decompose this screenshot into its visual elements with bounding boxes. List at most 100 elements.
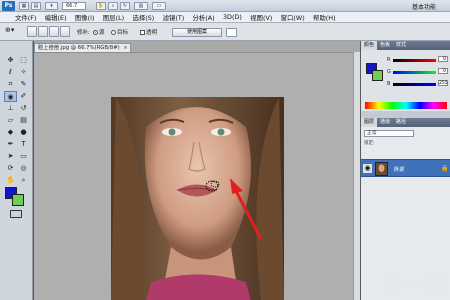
source-radio-dot[interactable] [93, 30, 98, 35]
shape-tool-icon[interactable]: ▭ [17, 151, 30, 162]
3d-rotate-icon[interactable]: ⟳ [4, 163, 17, 174]
pen-tool-icon[interactable]: ✒ [4, 139, 17, 150]
3d-camera-icon[interactable]: ◎ [17, 163, 30, 174]
slider-r-label: R [387, 57, 391, 63]
zoom-tool-icon[interactable]: ⌕ [108, 2, 118, 10]
layer-row-background[interactable]: ◉ 背景 🔒 [361, 159, 450, 177]
document-tab-title: 脸上痘痘.jpg @ 66.7%(RGB/8#) [38, 45, 120, 51]
eraser-tool-icon[interactable]: ▱ [4, 115, 17, 126]
history-brush-icon[interactable]: ↺ [17, 103, 30, 114]
path-select-icon[interactable]: ➤ [4, 151, 17, 162]
rotate-view-icon[interactable]: ↻ [120, 2, 130, 10]
menu-layer[interactable]: 图层(L) [103, 13, 124, 22]
source-radio[interactable]: 源 [93, 28, 105, 36]
watermark-text: Bai 经验 [401, 280, 446, 291]
slider-r-track[interactable] [393, 59, 436, 62]
eye-icon[interactable]: ◉ [363, 164, 372, 173]
crop-tool-icon[interactable]: ⌗ [4, 79, 17, 90]
use-pattern-button[interactable]: 使用图案 [172, 28, 222, 37]
subtract-selection-button[interactable] [49, 26, 59, 37]
menu-help[interactable]: 帮助(H) [313, 13, 336, 22]
view-extras-icon[interactable]: ▾ [45, 2, 58, 10]
tab-swatches[interactable]: 色板 [377, 41, 393, 50]
target-radio-dot[interactable] [111, 30, 116, 35]
mini-bridge-icon[interactable]: ▤ [31, 2, 41, 10]
dodge-tool-icon[interactable]: ● [17, 127, 30, 138]
intersect-selection-button[interactable] [60, 26, 70, 37]
transparent-check[interactable] [140, 30, 145, 35]
quick-mask-icon[interactable] [10, 210, 22, 218]
magic-wand-icon[interactable]: ✧ [17, 67, 30, 78]
paw-logo-icon [386, 276, 398, 290]
transparent-label: 透明 [146, 30, 158, 36]
move-tool-icon[interactable]: ✥ [4, 55, 17, 66]
eyedropper-tool-icon[interactable]: ✎ [17, 79, 30, 90]
brush-tool-icon[interactable]: ✐ [17, 91, 30, 102]
stamp-tool-icon[interactable]: ⊥ [4, 103, 17, 114]
tab-channels[interactable]: 通道 [377, 118, 393, 127]
slider-g-track[interactable] [393, 71, 436, 74]
patch-tool-icon[interactable]: ◉ [4, 91, 17, 102]
source-label: 源 [99, 30, 105, 36]
arrange-documents-icon[interactable]: ▥ [134, 2, 148, 10]
add-selection-button[interactable] [38, 26, 48, 37]
menu-image[interactable]: 图像(I) [75, 13, 95, 22]
lock-row: 锁定: [364, 141, 375, 146]
tab-layers[interactable]: 图层 [361, 118, 378, 127]
vertical-scrollbar[interactable] [353, 52, 360, 300]
zoom-tool-icon-2[interactable]: ⌕ [17, 175, 30, 186]
menu-window[interactable]: 窗口(W) [281, 13, 305, 22]
tab-styles[interactable]: 样式 [393, 41, 409, 50]
panels-dock: 颜色 色板 样式 R 0 G 0 B 255 图层 通道 路径 正常 锁定: ◉… [361, 41, 450, 300]
baidu-watermark: Bai 经验 [384, 273, 448, 295]
blend-mode-select[interactable]: 正常 [364, 130, 414, 137]
color-spectrum-bar[interactable] [365, 102, 447, 109]
menu-filter[interactable]: 滤镜(T) [163, 13, 185, 22]
panel-background-swatch[interactable] [372, 70, 383, 81]
zoom-level-field[interactable]: 66.7 [62, 2, 86, 10]
workspace-switcher[interactable]: 基本功能 [412, 2, 436, 11]
pattern-picker[interactable] [226, 28, 237, 37]
blur-tool-icon[interactable]: ◆ [4, 127, 17, 138]
slider-g-label: G [387, 69, 391, 75]
close-icon[interactable]: × [123, 44, 128, 52]
layers-panel-tabs: 图层 通道 路径 [361, 118, 450, 127]
layer-thumbnail [375, 162, 388, 176]
transparent-checkbox[interactable]: 透明 [140, 28, 157, 36]
document-area: 脸上痘痘.jpg @ 66.7%(RGB/8#) × [34, 41, 360, 300]
new-selection-button[interactable] [27, 26, 37, 37]
patch-label: 修补: [77, 30, 90, 36]
slider-g-value[interactable]: 0 [438, 68, 448, 74]
gradient-tool-icon[interactable]: ▤ [17, 115, 30, 126]
document-tab[interactable]: 脸上痘痘.jpg @ 66.7%(RGB/8#) × [34, 43, 131, 52]
menu-bar: 文件(F) 编辑(E) 图像(I) 图层(L) 选择(S) 滤镜(T) 分析(A… [0, 12, 450, 23]
background-color-swatch[interactable] [12, 194, 24, 206]
menu-select[interactable]: 选择(S) [132, 13, 154, 22]
lasso-tool-icon[interactable]: ℓ [4, 67, 17, 78]
menu-analysis[interactable]: 分析(A) [193, 13, 215, 22]
options-bar: ⊕▾ 修补: 源 目标 透明 使用图案 [0, 23, 450, 41]
bridge-icon[interactable]: ▦ [19, 2, 29, 10]
target-radio[interactable]: 目标 [111, 28, 128, 36]
slider-r-value[interactable]: 0 [438, 56, 448, 62]
slider-b-value[interactable]: 255 [438, 80, 448, 86]
menu-edit[interactable]: 编辑(E) [45, 13, 67, 22]
patch-tool-preset-icon[interactable]: ⊕▾ [5, 26, 14, 34]
hand-tool-icon[interactable]: ✋ [96, 2, 106, 10]
menu-file[interactable]: 文件(F) [15, 13, 36, 22]
portrait-photo[interactable] [111, 97, 284, 300]
hand-tool-icon-2[interactable]: ✋ [4, 175, 17, 186]
photoshop-logo: Ps [2, 1, 15, 11]
tab-color[interactable]: 颜色 [361, 41, 378, 50]
marquee-tool-icon[interactable]: ⬚ [17, 55, 30, 66]
tab-paths[interactable]: 路径 [393, 118, 409, 127]
lock-icon: 🔒 [441, 165, 449, 172]
type-tool-icon[interactable]: T [17, 139, 30, 150]
color-panel: R 0 G 0 B 255 [361, 50, 450, 111]
toolbox: ✥ ⬚ ℓ ✧ ⌗ ✎ ◉ ✐ ⊥ ↺ ▱ ▤ ◆ ● ✒ T ➤ ▭ ⟳ ◎ … [0, 41, 33, 300]
screen-mode-icon[interactable]: ▭ [152, 2, 166, 10]
target-label: 目标 [117, 30, 129, 36]
menu-3d[interactable]: 3D(D) [223, 13, 242, 21]
slider-b-track[interactable] [393, 83, 436, 86]
menu-view[interactable]: 视图(V) [250, 13, 272, 22]
